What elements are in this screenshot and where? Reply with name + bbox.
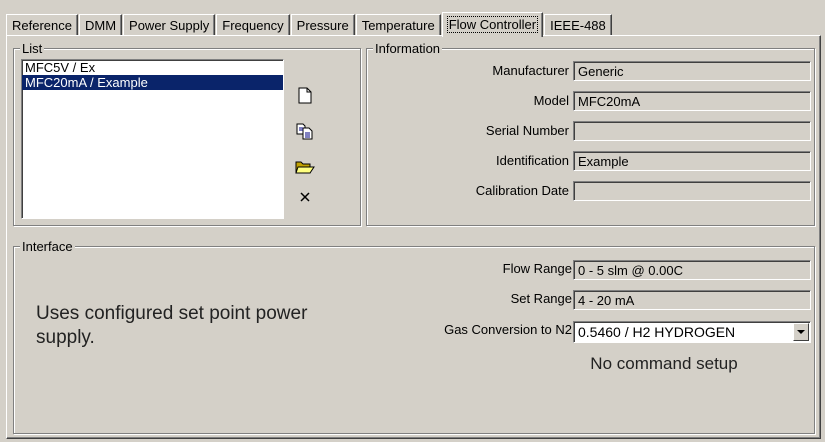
interface-legend: Interface	[20, 239, 75, 254]
command-status: No command setup	[590, 354, 738, 373]
information-group: Information Manufacturer Generic Model M…	[366, 41, 815, 226]
calibration-date-label: Calibration Date	[475, 183, 569, 198]
new-document-icon[interactable]	[295, 85, 315, 105]
list-item[interactable]: MFC5V / Ex	[22, 60, 283, 75]
open-folder-icon[interactable]	[295, 157, 315, 177]
interface-group: Interface Uses configured set point powe…	[13, 239, 815, 434]
tab-dmm[interactable]: DMM	[78, 14, 123, 36]
gas-conversion-select[interactable]: 0.5460 / H2 HYDROGEN	[573, 321, 811, 343]
manufacturer-label: Manufacturer	[492, 63, 569, 78]
tab-reference[interactable]: Reference	[6, 14, 78, 36]
calibration-date-field[interactable]	[573, 181, 811, 201]
tab-temperature[interactable]: Temperature	[355, 14, 441, 36]
tab-label: Flow Controller	[446, 16, 539, 33]
tab-strip: Reference DMM Power Supply Frequency Pre…	[6, 11, 613, 37]
identification-field[interactable]: Example	[573, 151, 811, 171]
tab-pressure[interactable]: Pressure	[290, 14, 355, 36]
tab-flow-controller[interactable]: Flow Controller	[441, 12, 544, 37]
tab-label: Reference	[12, 18, 72, 33]
tab-frequency[interactable]: Frequency	[216, 14, 290, 36]
tab-panel: List MFC5V / Ex MFC20mA / Example Inform…	[6, 35, 821, 439]
tab-label: Power Supply	[129, 18, 210, 33]
manufacturer-field[interactable]: Generic	[573, 61, 811, 81]
delete-icon[interactable]	[295, 187, 315, 207]
flow-range-field[interactable]: 0 - 5 slm @ 0.00C	[573, 260, 811, 280]
identification-label: Identification	[496, 153, 569, 168]
tab-label: Frequency	[222, 18, 284, 33]
set-range-field[interactable]: 4 - 20 mA	[573, 290, 811, 310]
flow-range-label: Flow Range	[502, 261, 572, 276]
dropdown-button[interactable]	[793, 323, 809, 341]
tab-label: IEEE-488	[550, 18, 606, 33]
device-listbox[interactable]: MFC5V / Ex MFC20mA / Example	[21, 59, 284, 219]
list-item-label: MFC5V / Ex	[25, 60, 96, 75]
tab-ieee-488[interactable]: IEEE-488	[544, 14, 612, 36]
serial-number-label: Serial Number	[485, 123, 569, 138]
model-field[interactable]: MFC20mA	[573, 91, 811, 111]
copy-icon[interactable]	[295, 121, 315, 141]
serial-number-field[interactable]	[573, 121, 811, 141]
gas-conversion-value: 0.5460 / H2 HYDROGEN	[578, 324, 736, 340]
set-range-label: Set Range	[510, 291, 572, 306]
tab-label: Temperature	[361, 18, 435, 33]
interface-message: Uses configured set point power supply.	[36, 303, 308, 348]
chevron-down-icon	[797, 329, 805, 334]
information-legend: Information	[373, 41, 443, 56]
gas-conversion-label: Gas Conversion to N2	[444, 322, 572, 337]
list-item-selected[interactable]: MFC20mA / Example	[22, 75, 283, 90]
list-item-label: MFC20mA / Example	[25, 75, 148, 90]
list-group: List MFC5V / Ex MFC20mA / Example	[13, 41, 361, 226]
tab-label: DMM	[84, 18, 117, 33]
tab-label: Pressure	[296, 18, 349, 33]
model-label: Model	[533, 93, 569, 108]
list-legend: List	[20, 41, 45, 56]
tab-power-supply[interactable]: Power Supply	[123, 14, 216, 36]
